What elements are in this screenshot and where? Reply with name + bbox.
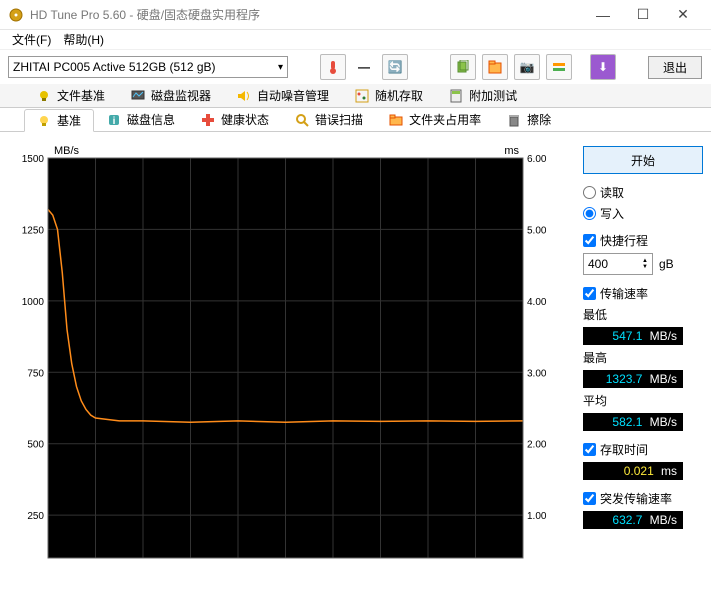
lightbulb-icon bbox=[37, 114, 51, 128]
transfer-rate-checkbox[interactable]: 传输速率 bbox=[583, 285, 703, 302]
svg-text:3.00: 3.00 bbox=[527, 368, 547, 379]
svg-text:1250: 1250 bbox=[22, 225, 45, 236]
start-button[interactable]: 开始 bbox=[583, 146, 703, 174]
svg-text:500: 500 bbox=[27, 440, 44, 451]
refresh-icon[interactable]: 🔄 bbox=[382, 54, 408, 80]
toolbar: ZHITAI PC005 Active 512GB (512 gB) ▾ — 🔄… bbox=[0, 50, 711, 84]
tab-file-benchmark[interactable]: 文件基准 bbox=[24, 84, 118, 107]
search-icon bbox=[295, 113, 309, 127]
drive-selector[interactable]: ZHITAI PC005 Active 512GB (512 gB) ▾ bbox=[8, 56, 288, 78]
tabstrip-upper: 文件基准 磁盘监视器 自动噪音管理 随机存取 附加测试 bbox=[0, 84, 711, 108]
menu-help[interactable]: 帮助(H) bbox=[57, 31, 110, 48]
maximize-button[interactable]: ☐ bbox=[623, 0, 663, 30]
info-icon: i bbox=[107, 113, 121, 127]
temperature-dash: — bbox=[358, 60, 370, 74]
chart-area: 250 500 750 1000 1250 1500 1.00 2.00 3.00 4.00 5.0… bbox=[8, 140, 575, 589]
svg-text:2.00: 2.00 bbox=[527, 440, 547, 451]
svg-text:750: 750 bbox=[27, 368, 44, 379]
drive-selector-value: ZHITAI PC005 Active 512GB (512 gB) bbox=[13, 60, 216, 74]
burst-value: 632.7 MB/s bbox=[583, 511, 683, 529]
svg-text:1500: 1500 bbox=[22, 154, 45, 165]
min-label: 最低 bbox=[583, 306, 703, 323]
menu-file[interactable]: 文件(F) bbox=[6, 31, 57, 48]
side-panel: 开始 读取 写入 快捷行程 400 ▲▼ gB 传输速率 bbox=[583, 140, 703, 589]
svg-text:4.00: 4.00 bbox=[527, 297, 547, 308]
short-stroke-checkbox[interactable]: 快捷行程 bbox=[583, 232, 703, 249]
svg-text:ms: ms bbox=[504, 145, 519, 157]
spinner-down-icon: ▼ bbox=[642, 264, 648, 270]
access-time-checkbox[interactable]: 存取时间 bbox=[583, 441, 703, 458]
svg-text:250: 250 bbox=[27, 511, 44, 522]
read-radio[interactable]: 读取 bbox=[583, 184, 703, 201]
svg-text:1.00: 1.00 bbox=[527, 511, 547, 522]
avg-label: 平均 bbox=[583, 392, 703, 409]
tab-erase[interactable]: 擦除 bbox=[494, 108, 564, 131]
lightbulb-icon bbox=[37, 89, 51, 103]
app-icon bbox=[8, 7, 24, 23]
chevron-down-icon: ▾ bbox=[278, 62, 283, 73]
main-area: 250 500 750 1000 1250 1500 1.00 2.00 3.00 4.00 5.0… bbox=[0, 132, 711, 589]
svg-text:5.00: 5.00 bbox=[527, 225, 547, 236]
svg-text:1000: 1000 bbox=[22, 297, 45, 308]
write-radio[interactable]: 写入 bbox=[583, 205, 703, 222]
access-time-value: 0.021 ms bbox=[583, 462, 683, 480]
min-value: 547.1 MB/s bbox=[583, 327, 683, 345]
minimize-button[interactable]: — bbox=[583, 0, 623, 30]
max-label: 最高 bbox=[583, 349, 703, 366]
temperature-icon[interactable] bbox=[320, 54, 346, 80]
burst-rate-checkbox[interactable]: 突发传输速率 bbox=[583, 490, 703, 507]
svg-text:MB/s: MB/s bbox=[54, 145, 80, 157]
options-icon[interactable] bbox=[546, 54, 572, 80]
tab-aam[interactable]: 自动噪音管理 bbox=[224, 84, 342, 107]
svg-text:i: i bbox=[113, 116, 116, 127]
tab-health[interactable]: 健康状态 bbox=[188, 108, 282, 131]
tab-extra-tests[interactable]: 附加测试 bbox=[436, 84, 530, 107]
benchmark-chart: 250 500 750 1000 1250 1500 1.00 2.00 3.00 4.00 5.0… bbox=[8, 140, 563, 570]
menubar: 文件(F) 帮助(H) bbox=[0, 30, 711, 50]
exit-button[interactable]: 退出 bbox=[648, 56, 702, 79]
tab-error-scan[interactable]: 错误扫描 bbox=[282, 108, 376, 131]
max-value: 1323.7 MB/s bbox=[583, 370, 683, 388]
screenshot-icon[interactable]: 📷 bbox=[514, 54, 540, 80]
copy-icon[interactable] bbox=[450, 54, 476, 80]
tab-folder-usage[interactable]: 文件夹占用率 bbox=[376, 108, 494, 131]
trash-icon bbox=[507, 113, 521, 127]
down-arrow-icon[interactable]: ⬇ bbox=[590, 54, 616, 80]
speaker-icon bbox=[237, 89, 251, 103]
tabstrip-lower: 基准 i 磁盘信息 健康状态 错误扫描 文件夹占用率 擦除 bbox=[0, 108, 711, 132]
svg-text:6.00: 6.00 bbox=[527, 154, 547, 165]
calculator-icon bbox=[449, 89, 463, 103]
save-icon[interactable] bbox=[482, 54, 508, 80]
tab-disk-monitor[interactable]: 磁盘监视器 bbox=[118, 84, 224, 107]
health-icon bbox=[201, 113, 215, 127]
tab-disk-info[interactable]: i 磁盘信息 bbox=[94, 108, 188, 131]
folder-icon bbox=[389, 113, 403, 127]
random-icon bbox=[355, 89, 369, 103]
close-button[interactable]: ✕ bbox=[663, 0, 703, 30]
tab-benchmark[interactable]: 基准 bbox=[24, 109, 94, 132]
tab-random-access[interactable]: 随机存取 bbox=[342, 84, 436, 107]
short-stroke-unit: gB bbox=[659, 257, 674, 271]
avg-value: 582.1 MB/s bbox=[583, 413, 683, 431]
titlebar: HD Tune Pro 5.60 - 硬盘/固态硬盘实用程序 — ☐ ✕ bbox=[0, 0, 711, 30]
window-title: HD Tune Pro 5.60 - 硬盘/固态硬盘实用程序 bbox=[30, 6, 583, 23]
monitor-icon bbox=[131, 89, 145, 103]
short-stroke-input[interactable]: 400 ▲▼ bbox=[583, 253, 653, 275]
